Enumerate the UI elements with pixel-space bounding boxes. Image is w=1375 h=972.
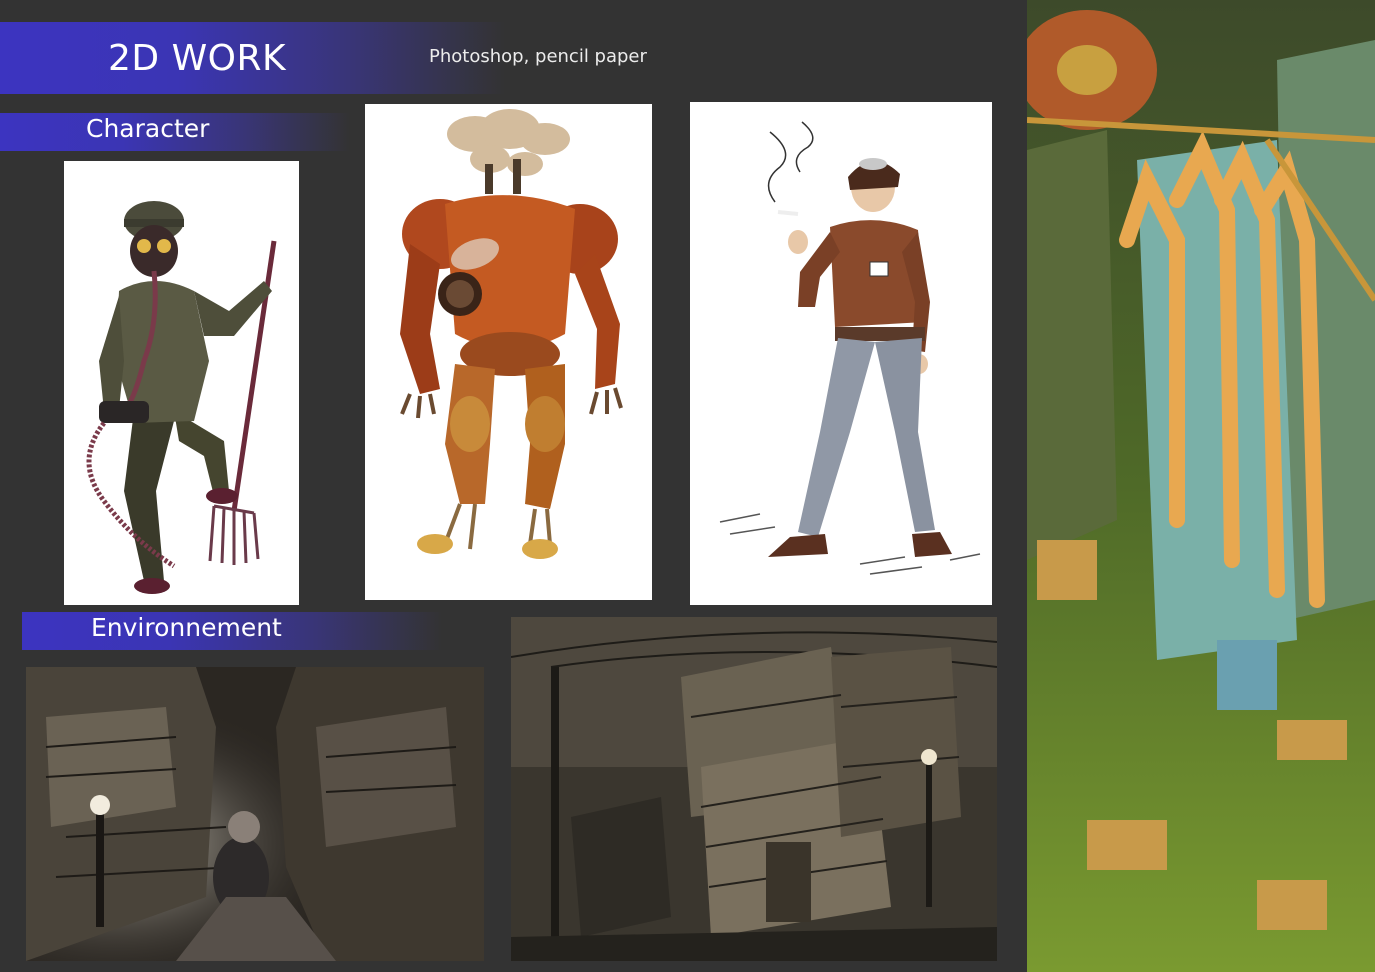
gasmask-soldier-illustration — [64, 161, 299, 605]
page-title: 2D WORK — [108, 38, 287, 79]
steam-robot-illustration — [365, 104, 652, 600]
environment-section-heading: Environnement — [91, 613, 282, 642]
smoking-pilot-illustration — [690, 102, 992, 605]
wooden-alley-illustration — [26, 667, 484, 961]
environment-artwork-wooden-alley — [26, 667, 484, 961]
character-section-heading: Character — [86, 114, 210, 143]
page-subtitle: Photoshop, pencil paper — [429, 46, 647, 67]
vertical-city-illustration — [1027, 0, 1375, 972]
environment-artwork-wooden-shacks — [511, 617, 997, 961]
character-artwork-steam-robot — [365, 104, 652, 600]
wooden-shacks-illustration — [511, 617, 997, 961]
character-artwork-gasmask-soldier — [64, 161, 299, 605]
environment-artwork-vertical-city — [1027, 0, 1375, 972]
character-artwork-smoking-pilot — [690, 102, 992, 605]
portfolio-page: 2D WORK Photoshop, pencil paper Characte… — [0, 0, 1375, 972]
